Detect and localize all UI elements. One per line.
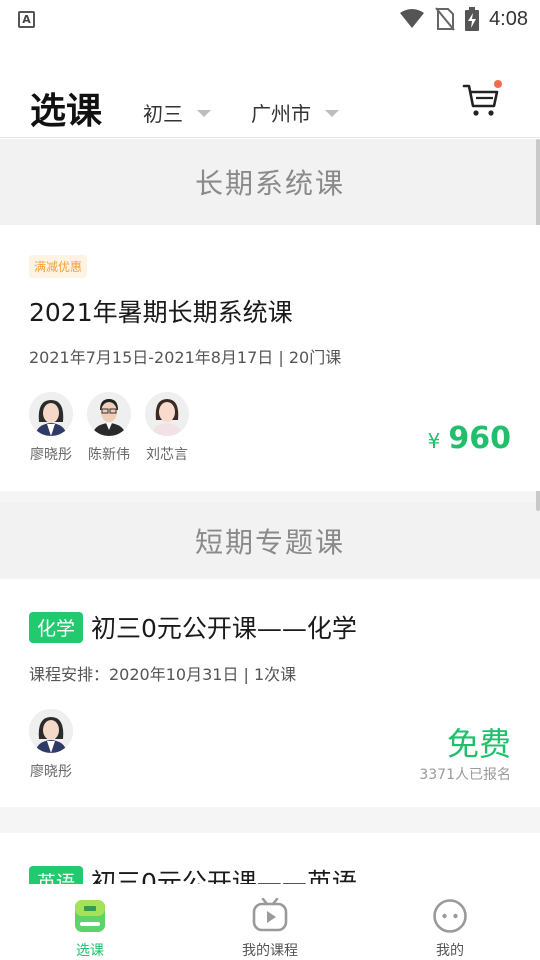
city-filter-dropdown[interactable]: 广州市 xyxy=(251,98,339,127)
course-card[interactable]: 满减优惠 2021年暑期长期系统课 2021年7月15日-2021年8月17日 … xyxy=(0,225,540,491)
battery-charging-icon xyxy=(465,7,480,31)
teacher-avatar xyxy=(29,709,73,753)
no-sim-icon xyxy=(435,7,455,31)
face-profile-icon xyxy=(433,899,467,933)
course-title-row: 英语 初三0元公开课——英语 xyxy=(29,863,357,884)
promo-badge: 满减优惠 xyxy=(29,255,88,278)
chevron-down-icon xyxy=(197,110,211,117)
teacher-name: 廖晓彤 xyxy=(30,764,72,780)
course-card[interactable]: 英语 初三0元公开课——英语 xyxy=(0,833,540,884)
nav-label: 选课 xyxy=(76,943,104,959)
section-header-long: 长期系统课 xyxy=(0,139,540,225)
teacher-item[interactable]: 陈新伟 xyxy=(87,392,131,464)
page-title: 选课 xyxy=(30,91,103,132)
teacher-name: 陈新伟 xyxy=(88,447,130,463)
price-value: 960 xyxy=(448,421,511,456)
bottom-navigation: 选课 我的课程 我的 xyxy=(0,884,540,960)
teacher-avatar xyxy=(29,392,73,436)
clock-time: 4:08 xyxy=(489,7,528,30)
grade-filter-dropdown[interactable]: 初三 xyxy=(143,98,211,127)
course-price: ¥960 xyxy=(428,421,511,456)
status-bar: A 4:08 xyxy=(0,0,540,38)
currency-symbol: ¥ xyxy=(427,429,441,453)
course-title: 初三0元公开课——化学 xyxy=(91,614,357,643)
teacher-list: 廖晓彤 陈新伟 刘芯言 xyxy=(29,392,189,464)
nav-label: 我的课程 xyxy=(242,943,298,959)
course-card[interactable]: 化学 初三0元公开课——化学 课程安排：2020年10月31日 | 1次课 廖晓… xyxy=(0,579,540,807)
cart-notification-dot xyxy=(494,80,502,88)
subject-tag: 英语 xyxy=(29,865,84,884)
nav-item-course-select[interactable]: 选课 xyxy=(0,884,180,960)
teacher-item[interactable]: 刘芯言 xyxy=(145,392,189,464)
teacher-avatar xyxy=(145,392,189,436)
teacher-list: 廖晓彤 xyxy=(29,709,73,781)
course-list[interactable]: 长期系统课 满减优惠 2021年暑期长期系统课 2021年7月15日-2021年… xyxy=(0,139,540,884)
section-header-short: 短期专题课 xyxy=(0,503,540,579)
nav-label: 我的 xyxy=(436,943,464,959)
teacher-item[interactable]: 廖晓彤 xyxy=(29,709,73,781)
subject-tag: 化学 xyxy=(29,611,84,643)
teacher-avatar xyxy=(87,392,131,436)
grade-filter-label: 初三 xyxy=(143,102,183,126)
nav-item-profile[interactable]: 我的 xyxy=(360,884,540,960)
chevron-down-icon xyxy=(325,110,339,117)
wifi-icon xyxy=(400,9,425,28)
app-notification-icon: A xyxy=(18,10,35,28)
nav-item-my-courses[interactable]: 我的课程 xyxy=(180,884,360,960)
city-filter-label: 广州市 xyxy=(251,102,311,126)
play-tv-icon xyxy=(252,898,288,932)
teacher-item[interactable]: 廖晓彤 xyxy=(29,392,73,464)
enrollment-count: 3371人已报名 xyxy=(419,767,511,783)
course-schedule: 2021年7月15日-2021年8月17日 | 20门课 xyxy=(29,348,342,367)
course-price: 免费 xyxy=(446,725,511,763)
course-schedule: 课程安排：2020年10月31日 | 1次课 xyxy=(29,665,297,684)
course-title-row: 化学 初三0元公开课——化学 xyxy=(29,609,357,645)
app-header: 选课 初三 广州市 xyxy=(0,38,540,138)
course-title: 初三0元公开课——英语 xyxy=(91,868,357,884)
teacher-name: 刘芯言 xyxy=(146,447,188,463)
course-select-icon xyxy=(75,900,105,932)
course-title: 2021年暑期长期系统课 xyxy=(29,298,293,327)
teacher-name: 廖晓彤 xyxy=(30,447,72,463)
